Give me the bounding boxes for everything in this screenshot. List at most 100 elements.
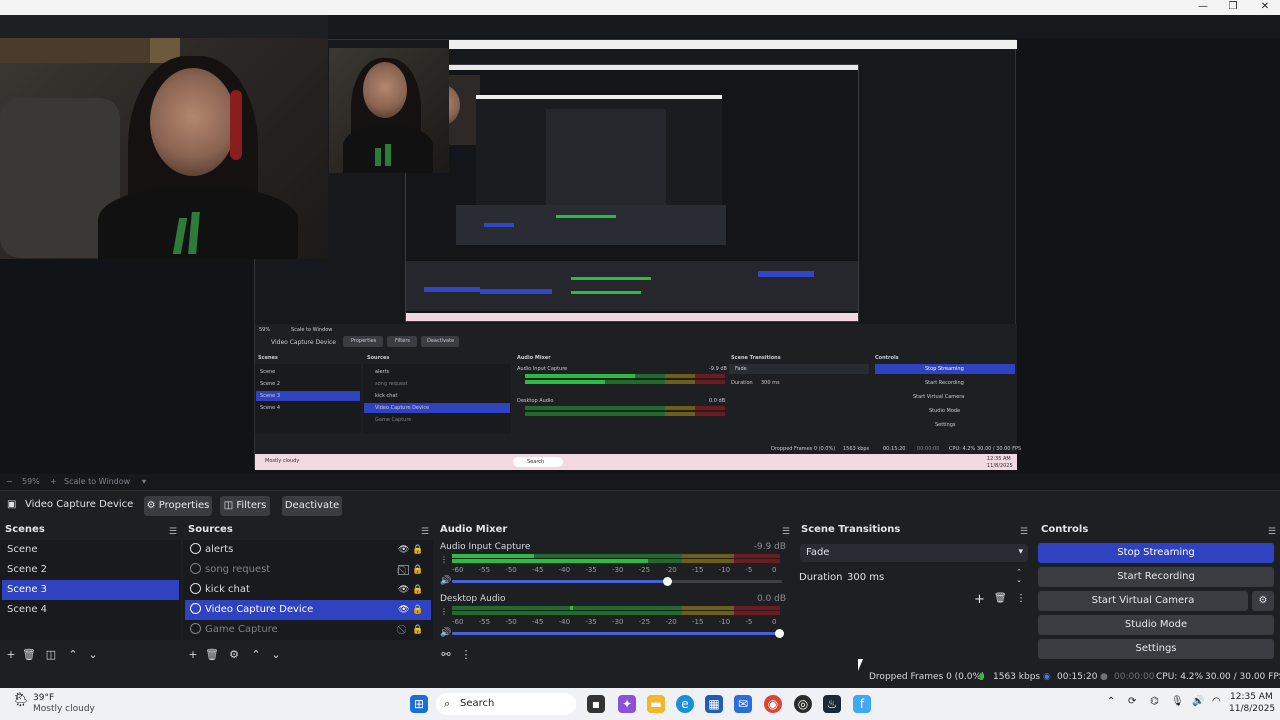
scenes-footer: + 🗑 ◫ ⌃ ⌄ <box>0 645 181 665</box>
meter-scale-tick: -25 <box>638 566 651 574</box>
dock-float-icon[interactable]: ☰ <box>169 524 177 540</box>
maximize-button[interactable]: ❐ <box>1218 0 1248 15</box>
preview-canvas[interactable]: 59% Scale to Window Video Capture Device… <box>0 38 1280 474</box>
sync-icon[interactable]: ⟳ <box>1128 696 1136 707</box>
app-icon[interactable]: f <box>853 695 871 713</box>
edge-icon[interactable]: e <box>676 695 694 713</box>
obs-icon[interactable]: ◎ <box>794 695 812 713</box>
clock-date[interactable]: 11/8/2025 <box>1229 704 1275 714</box>
arrow-up-icon[interactable]: ⌃ <box>66 648 80 661</box>
link-icon[interactable]: ⚯ <box>439 648 453 661</box>
stop-streaming-button[interactable]: Stop Streaming <box>1038 543 1274 563</box>
spin-up-icon[interactable]: ⌃ <box>1016 568 1022 576</box>
weather-icon[interactable]: 🌦 <box>12 692 30 708</box>
chrome-icon[interactable]: ◉ <box>764 695 782 713</box>
scenes-dock: Scenes ☰ Scene Scene 2 Scene 3 Scene 4 + … <box>0 522 181 665</box>
deactivate-button[interactable]: Deactivate <box>282 496 342 516</box>
taskbar-search[interactable]: ⌕ Search <box>436 693 576 715</box>
spin-down-icon[interactable]: ⌄ <box>1016 576 1022 584</box>
wifi-icon[interactable]: ◠ <box>1212 696 1221 707</box>
arrow-down-icon[interactable]: ⌄ <box>86 648 100 661</box>
start-virtual-camera-button[interactable]: Start Virtual Camera <box>1038 591 1248 611</box>
menu-dots-icon[interactable]: ⋮ <box>459 648 473 661</box>
volume-icon[interactable]: 🔊 <box>1192 696 1204 707</box>
dock-float-icon[interactable]: ☰ <box>1268 524 1276 540</box>
eye-hidden-icon[interactable]: ⃠ <box>398 625 409 635</box>
virtual-camera-settings-button[interactable]: ⚙ <box>1252 591 1274 611</box>
speaker-icon[interactable]: 🔊 <box>440 628 451 638</box>
lock-icon[interactable]: 🔒 <box>412 545 423 555</box>
transition-select[interactable]: Fade ▾ <box>800 544 1028 562</box>
lock-icon[interactable]: 🔒 <box>412 605 423 615</box>
trash-icon[interactable]: 🗑 <box>205 648 219 661</box>
lock-icon[interactable]: 🔒 <box>412 565 423 575</box>
steam-icon[interactable]: ♨ <box>823 695 841 713</box>
lock-icon[interactable]: 🔒 <box>412 585 423 595</box>
eye-icon[interactable]: 👁 <box>398 605 409 615</box>
transition-selected-value: Fade <box>806 547 830 558</box>
scale-mode-select[interactable]: Scale to Window <box>64 477 130 486</box>
scene-item[interactable]: Scene 4 <box>2 600 179 620</box>
speaker-icon[interactable]: 🔊 <box>440 576 451 586</box>
eye-hidden-icon[interactable]: ⃠ <box>398 565 409 575</box>
eye-icon[interactable]: 👁 <box>398 545 409 555</box>
scene-item[interactable]: Scene 2 <box>2 560 179 580</box>
trash-icon[interactable]: 🗑 <box>22 648 36 661</box>
lock-icon[interactable]: 🔒 <box>412 625 423 635</box>
dock-float-icon[interactable]: ☰ <box>1020 524 1028 540</box>
source-item[interactable]: Game Capture⃠🔒 <box>185 620 431 640</box>
arrow-up-icon[interactable]: ⌃ <box>249 648 263 661</box>
zoom-out-icon[interactable]: − <box>6 477 13 486</box>
copilot-icon[interactable]: ✦ <box>618 695 636 713</box>
add-icon[interactable]: + <box>186 648 200 661</box>
track-menu-icon[interactable]: ⋮ <box>440 607 448 616</box>
scene-item[interactable]: Scene <box>2 540 179 560</box>
filters-button[interactable]: ◫ Filters <box>220 496 270 516</box>
preview-zoom-bar: − 59% + Scale to Window ▾ <box>0 474 1280 490</box>
trash-icon[interactable]: 🗑 <box>994 593 1007 604</box>
meter-scale-tick: -30 <box>612 566 624 574</box>
start-recording-button[interactable]: Start Recording <box>1038 567 1274 587</box>
menu-dots-icon[interactable]: ⋮ <box>1016 593 1026 604</box>
arrow-down-icon[interactable]: ⌄ <box>269 648 283 661</box>
settings-button[interactable]: Settings <box>1038 639 1274 659</box>
eye-icon[interactable]: 👁 <box>398 585 409 595</box>
store-icon[interactable]: ▦ <box>705 695 723 713</box>
studio-mode-button[interactable]: Studio Mode <box>1038 615 1274 635</box>
dropped-frames: Dropped Frames 0 (0.0%) <box>869 672 985 682</box>
source-item[interactable]: song request⃠🔒 <box>185 560 431 580</box>
file-explorer-icon[interactable]: ▬ <box>647 695 665 713</box>
meter-scale-tick: -55 <box>478 566 491 574</box>
volume-slider[interactable] <box>452 629 784 638</box>
chevron-down-icon[interactable]: ▾ <box>142 477 146 486</box>
add-icon[interactable]: + <box>4 648 18 661</box>
volume-slider[interactable] <box>452 577 782 586</box>
network-icon[interactable]: ⌬ <box>1150 696 1159 707</box>
clock-time[interactable]: 12:35 AM <box>1230 692 1273 702</box>
minimize-button[interactable]: — <box>1188 0 1218 15</box>
windows-start-icon[interactable]: ⊞ <box>410 695 428 713</box>
source-type-icon <box>190 543 201 554</box>
sources-footer: + 🗑 ⚙ ⌃ ⌄ <box>183 645 433 665</box>
chevron-up-icon[interactable]: ⌃ <box>1107 696 1115 707</box>
add-transition-icon[interactable]: + <box>974 592 985 607</box>
zoom-in-icon[interactable]: + <box>50 477 57 486</box>
gear-icon[interactable]: ⚙ <box>227 648 241 661</box>
meter-scale-tick: -5 <box>745 566 753 574</box>
dock-float-icon[interactable]: ☰ <box>782 524 790 540</box>
source-item-selected[interactable]: Video Capture Device 👁 🔒 <box>185 600 431 620</box>
microphone-icon[interactable]: 🎙 <box>1171 696 1184 707</box>
source-item[interactable]: kick chat 👁 🔒 <box>185 580 431 600</box>
task-view-icon[interactable]: ▪ <box>587 695 605 713</box>
duration-spinbox[interactable]: 300 ms ⌃ ⌄ <box>842 568 1028 586</box>
properties-button[interactable]: ⚙ Properties <box>144 496 212 516</box>
meter-scale-tick: -45 <box>532 618 544 626</box>
close-button[interactable]: ✕ <box>1250 0 1280 15</box>
scene-item-selected[interactable]: Scene 3 <box>2 580 179 600</box>
track-menu-icon[interactable]: ⋮ <box>440 555 448 564</box>
filter-icon[interactable]: ◫ <box>44 648 58 661</box>
source-item[interactable]: alerts 👁 🔒 <box>185 540 431 560</box>
dock-float-icon[interactable]: ☰ <box>421 524 429 540</box>
outlook-icon[interactable]: ✉ <box>734 695 752 713</box>
sources-title: Sources <box>188 524 233 535</box>
